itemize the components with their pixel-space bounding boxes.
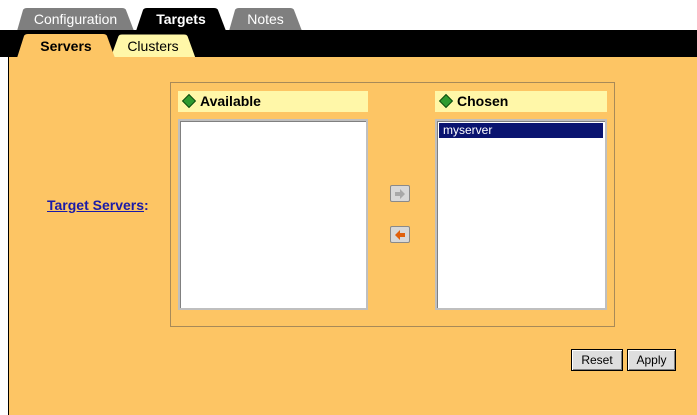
available-header-label: Available [200, 93, 261, 109]
tab-notes-label: Notes [247, 11, 284, 27]
reset-button[interactable]: Reset [571, 349, 623, 371]
top-tab-strip: Configuration Targets Notes [0, 0, 697, 31]
move-left-button[interactable] [390, 226, 410, 243]
target-servers-link[interactable]: Target Servers [47, 197, 144, 213]
subtab-servers-label: Servers [40, 38, 92, 54]
subtab-servers[interactable]: Servers [17, 34, 115, 58]
arrow-left-icon [395, 229, 405, 240]
available-listbox[interactable] [178, 119, 368, 310]
tab-targets-label: Targets [156, 11, 206, 27]
chosen-header: Chosen [435, 91, 607, 112]
target-servers-colon: : [144, 197, 149, 213]
available-header: Available [178, 91, 368, 112]
arrow-right-icon [395, 188, 405, 199]
tab-targets[interactable]: Targets [136, 8, 226, 31]
target-servers-label: Target Servers: [47, 197, 149, 213]
tab-configuration[interactable]: Configuration [17, 8, 134, 31]
diamond-icon [181, 93, 197, 109]
apply-button[interactable]: Apply [627, 349, 676, 371]
tab-notes[interactable]: Notes [229, 8, 302, 31]
chosen-header-label: Chosen [457, 93, 509, 109]
subtab-clusters-label: Clusters [127, 38, 179, 54]
chosen-listbox[interactable]: myserver [435, 119, 607, 310]
list-item-myserver[interactable]: myserver [439, 123, 603, 138]
move-right-button[interactable] [390, 185, 410, 202]
tab-configuration-label: Configuration [33, 11, 118, 27]
diamond-icon [438, 93, 454, 109]
subtab-clusters[interactable]: Clusters [110, 34, 196, 58]
